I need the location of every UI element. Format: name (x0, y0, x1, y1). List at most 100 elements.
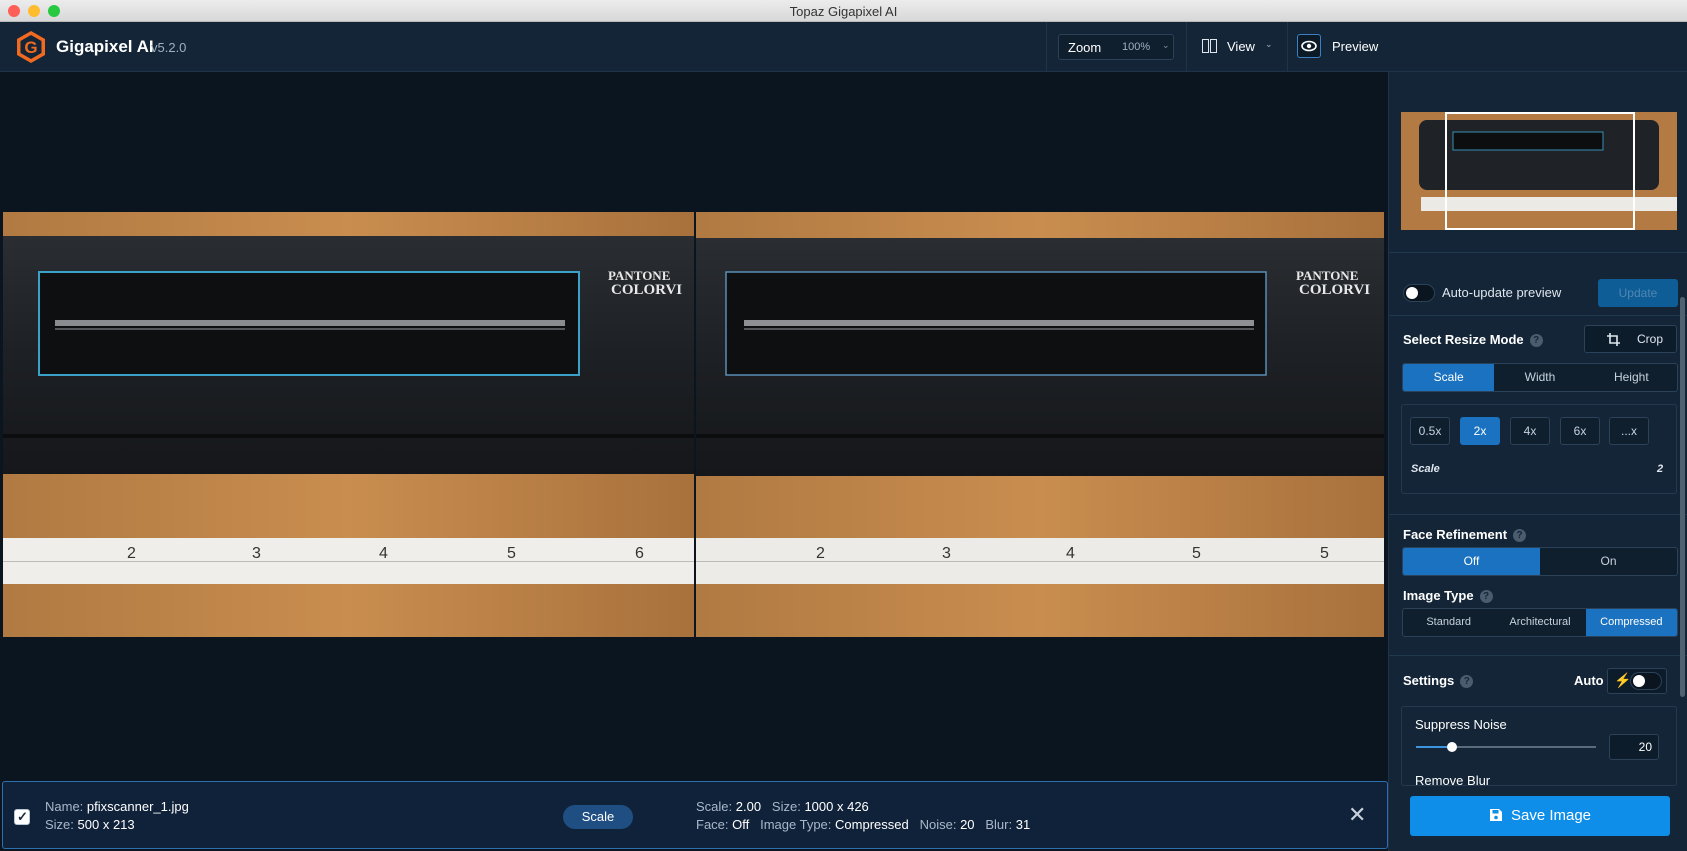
ruler-number: 4 (379, 545, 388, 562)
scale-chip-2x[interactable]: 2x (1460, 417, 1500, 445)
view-dropdown[interactable]: View ⌄ (1200, 34, 1280, 60)
resize-mode-tabs: Scale Width Height (1402, 363, 1678, 392)
scale-chip-6x[interactable]: 6x (1560, 417, 1600, 445)
zoom-label: Zoom (1068, 40, 1102, 55)
image-canvas[interactable]: PANTONE COLORVI 2 3 4 5 6 PANTONE COLORV… (0, 72, 1388, 781)
view-label: View (1227, 39, 1255, 54)
auto-settings-toggle[interactable]: ⚡ (1607, 668, 1667, 694)
crop-label: Crop (1637, 332, 1664, 346)
face-on-option[interactable]: On (1540, 548, 1677, 575)
settings-panel: Auto-update preview Update Select Resize… (1388, 72, 1687, 851)
image-type-options: Standard Architectural Compressed (1402, 608, 1678, 637)
toolbar-divider (1186, 22, 1187, 72)
image-type-key: Image Type: (760, 817, 832, 832)
preview-image: PANTONE COLORVI 2 3 4 5 5 (696, 212, 1384, 637)
file-queue-item[interactable]: ✓ Name: pfixscanner_1.jpg Size: 500 x 21… (2, 781, 1388, 849)
panel-scrollbar[interactable] (1680, 297, 1685, 697)
image-type-value: Compressed (835, 817, 909, 832)
brand-text: COLORVI (1299, 282, 1370, 298)
tab-scale[interactable]: Scale (1403, 364, 1495, 391)
scale-chip-custom[interactable]: ...x (1609, 417, 1649, 445)
brand-text: COLORVI (611, 282, 682, 298)
image-type-architectural[interactable]: Architectural (1494, 609, 1585, 636)
brand-text: PANTONE (608, 268, 670, 283)
suppress-noise-input[interactable]: 20 (1609, 734, 1659, 760)
tab-height[interactable]: Height (1586, 364, 1677, 391)
save-image-button[interactable]: Save Image (1410, 796, 1670, 836)
original-image-pane[interactable]: PANTONE COLORVI 2 3 4 5 6 (3, 212, 694, 637)
chevron-down-icon: ⌄ (1265, 39, 1273, 49)
toolbar-divider (1287, 22, 1288, 72)
resize-mode-label: Select Resize Mode (1403, 332, 1524, 347)
zoom-value: 100% (1122, 41, 1151, 53)
panel-divider (1389, 655, 1687, 656)
viewport-frame[interactable] (1445, 112, 1635, 230)
window-titlebar: Topaz Gigapixel AI (0, 0, 1687, 22)
ruler-number: 2 (127, 545, 136, 562)
zoom-dropdown[interactable]: Zoom 100% ⌄ (1058, 34, 1174, 60)
noise-key: Noise: (919, 817, 957, 832)
file-size-key: Size: (45, 817, 74, 832)
auto-switch (1630, 672, 1662, 690)
help-icon[interactable]: ? (1513, 529, 1527, 542)
blur-value: 31 (1015, 817, 1031, 832)
file-name-row: Name: pfixscanner_1.jpg (45, 799, 189, 814)
file-name-key: Name: (45, 799, 84, 814)
help-icon[interactable]: ? (1529, 334, 1543, 347)
app-name: Gigapixel AI (56, 37, 154, 56)
settings-heading: Settings? (1403, 673, 1474, 688)
scale-row-value: 2 (1657, 463, 1664, 475)
scale-chip-0-5x[interactable]: 0.5x (1410, 417, 1450, 445)
auto-label: Auto (1574, 673, 1604, 688)
panel-divider (1389, 252, 1687, 253)
ruler-number: 3 (942, 545, 951, 562)
image-type-compressed[interactable]: Compressed (1585, 609, 1677, 636)
suppress-noise-slider[interactable] (1416, 742, 1596, 752)
panel-divider (1389, 315, 1687, 316)
app-toolbar: G Gigapixel AI v5.2.0 Zoom 100% ⌄ View ⌄… (0, 22, 1687, 72)
svg-text:G: G (24, 38, 37, 57)
preview-image-pane[interactable]: PANTONE COLORVI 2 3 4 5 5 (696, 212, 1384, 637)
tab-width[interactable]: Width (1494, 364, 1585, 391)
resize-mode-badge: Scale (563, 805, 633, 829)
help-icon[interactable]: ? (1479, 590, 1493, 603)
output-size-key: Size: (771, 799, 801, 814)
blur-key: Blur: (985, 817, 1013, 832)
file-size-row: Size: 500 x 213 (45, 817, 135, 832)
scale-chip-4x[interactable]: 4x (1510, 417, 1550, 445)
settings-label: Settings (1403, 673, 1455, 688)
image-type-label: Image Type (1403, 588, 1474, 603)
face-value: Off (732, 817, 750, 832)
auto-update-toggle[interactable] (1403, 284, 1435, 302)
crop-icon (1607, 333, 1620, 346)
slider-handle[interactable] (1447, 742, 1457, 752)
output-scale-key: Scale: (696, 799, 733, 814)
auto-update-label: Auto-update preview (1442, 285, 1562, 300)
navigator-thumbnail[interactable] (1401, 112, 1677, 230)
output-scale-row: Scale: 2.00 Size: 1000 x 426 (696, 799, 869, 814)
save-disk-icon (1489, 809, 1502, 821)
output-scale: 2.00 (735, 799, 762, 814)
ruler-number: 3 (252, 545, 261, 562)
resize-mode-heading: Select Resize Mode? (1403, 332, 1543, 347)
app-version: v5.2.0 (151, 40, 187, 55)
preview-toggle-button[interactable]: Preview (1297, 34, 1407, 60)
output-settings-row: Face: Off Image Type: Compressed Noise: … (696, 817, 1030, 832)
face-off-option[interactable]: Off (1403, 548, 1540, 575)
crop-button[interactable]: Crop (1584, 325, 1677, 353)
ruler-number: 6 (635, 545, 644, 562)
window-title: Topaz Gigapixel AI (789, 4, 898, 19)
image-type-standard[interactable]: Standard (1403, 609, 1494, 636)
file-name: pfixscanner_1.jpg (86, 799, 189, 814)
face-refinement-heading: Face Refinement? (1403, 527, 1527, 542)
checkmark-icon: ✓ (17, 809, 28, 824)
gigapixel-logo-icon: G (17, 31, 45, 63)
ruler-number: 5 (507, 545, 516, 562)
help-icon[interactable]: ? (1460, 675, 1474, 688)
ruler-number: 5 (1192, 545, 1201, 562)
update-button[interactable]: Update (1598, 279, 1678, 307)
panel-divider (1389, 514, 1687, 515)
original-image: PANTONE COLORVI 2 3 4 5 6 (3, 212, 694, 637)
file-select-checkbox[interactable]: ✓ (14, 809, 30, 825)
remove-file-icon[interactable]: ✕ (1348, 802, 1366, 828)
